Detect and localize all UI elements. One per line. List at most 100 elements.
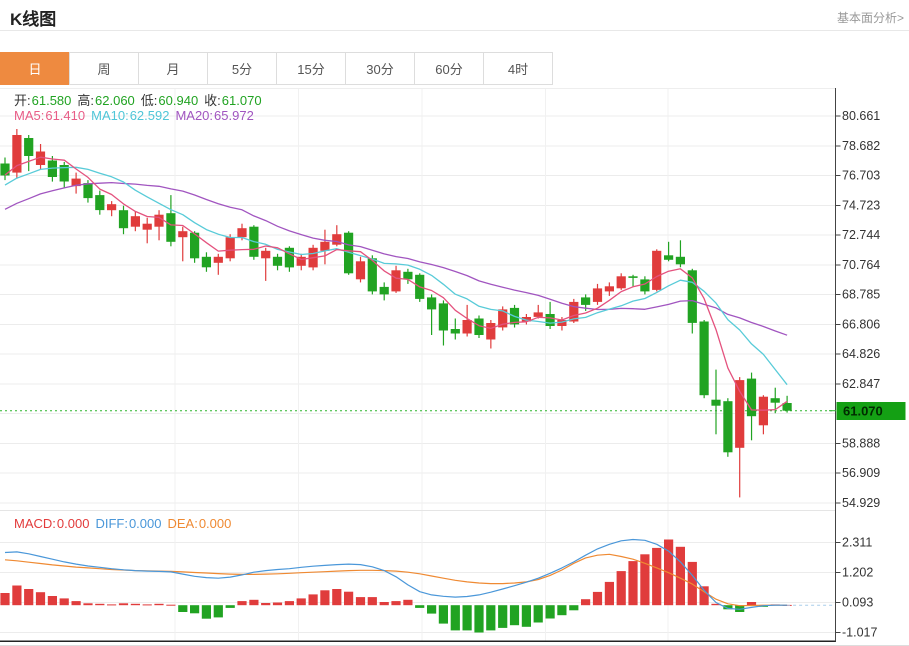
macd-hist-bar [83, 603, 93, 606]
candle-body [450, 329, 460, 334]
legend-label: MA5: [14, 108, 45, 123]
macd-hist-bar [261, 603, 271, 606]
candle-body [320, 241, 330, 251]
candle-body [95, 195, 105, 211]
candle-body [178, 231, 188, 238]
macd-hist-bar [12, 585, 22, 606]
kline-app: K线图 基本面分析> 日周月 5分 15分 30分 60分 4时 80.661 78.682… [0, 0, 909, 646]
macd-hist-bar [474, 605, 484, 633]
price-axis-label: 64.826 [842, 347, 880, 361]
macd-hist-bar [308, 594, 318, 606]
candle-body [379, 286, 389, 295]
ma-legend: MA5:61.410 MA10:62.592 MA20:65.972 [14, 108, 260, 123]
macd-axis-label: 2.311 [842, 536, 872, 550]
candle-body [604, 286, 614, 292]
macd-hist-bar [403, 599, 413, 606]
macd-hist-bar [71, 601, 81, 606]
macd-hist-bar [190, 605, 200, 614]
macd-hist-bar [616, 571, 626, 606]
macd-hist-bar [213, 605, 223, 618]
candle-body [142, 223, 152, 230]
legend-value: 65.972 [214, 108, 254, 123]
macd-legend: MACD:0.000 DIFF:0.000 DEA:0.000 [14, 516, 237, 531]
macd-axis-label: -1.017 [842, 626, 877, 640]
candle-body [12, 135, 22, 173]
price-axis-label: 66.806 [842, 317, 880, 331]
candle-body [592, 288, 603, 302]
macd-hist-bar [107, 604, 117, 606]
legend-label: DIFF: [95, 516, 128, 531]
macd-hist-bar [95, 603, 105, 606]
candle-body [201, 256, 211, 268]
macd-hist-bar [486, 605, 496, 631]
candle-body [438, 303, 448, 331]
legend-label: MA10: [91, 108, 129, 123]
macd-hist-bar [498, 605, 508, 628]
legend-label: 低: [140, 93, 158, 108]
macd-hist-bar [545, 605, 555, 619]
macd-hist-bar [415, 605, 425, 608]
macd-hist-bar [142, 604, 152, 606]
macd-hist-bar [450, 605, 460, 631]
macd-hist-bar [355, 597, 366, 606]
candle-body [154, 214, 164, 227]
candle-body [272, 256, 283, 266]
ohlc-legend: 开:61.580 高:62.060 低:60.940 收:61.070 [14, 90, 268, 109]
candle-body [675, 256, 685, 265]
legend-value: 0.000 [128, 516, 162, 531]
candle-body [107, 204, 117, 211]
macd-hist-bar [237, 601, 247, 606]
macd-hist-bar [509, 605, 520, 626]
price-axis-label: 80.661 [842, 109, 880, 123]
legend-value: 61.410 [45, 108, 86, 123]
macd-hist-bar [178, 605, 188, 612]
price-axis-label: 68.785 [842, 288, 880, 302]
macd-hist-bar [391, 601, 401, 606]
legend-value: 61.580 [31, 93, 72, 108]
price-axis-label: 70.764 [842, 258, 880, 272]
macd-hist-bar [438, 605, 448, 624]
candle-body [24, 138, 34, 156]
candle-body [699, 321, 709, 396]
legend-value: 0.000 [198, 516, 232, 531]
macd-hist-bar [166, 604, 176, 606]
legend-value: 62.592 [129, 108, 170, 123]
candle-body [628, 276, 638, 278]
legend-label: 开: [14, 93, 31, 108]
candle-body [391, 270, 401, 292]
price-axis-label: 58.888 [842, 437, 880, 451]
macd-hist-bar [249, 599, 259, 606]
legend-value: 0.000 [56, 516, 90, 531]
macd-hist-bar [628, 561, 638, 606]
price-axis-label: 72.744 [842, 228, 880, 242]
candle-body [166, 213, 176, 242]
macd-hist-bar [59, 598, 69, 606]
candle-body [403, 271, 413, 280]
legend-value: 61.070 [221, 93, 262, 108]
macd-hist-bar [154, 603, 164, 606]
candle-body [213, 256, 223, 263]
macd-hist-bar [272, 602, 283, 606]
price-axis-label: 76.703 [842, 169, 880, 183]
macd-hist-bar [592, 591, 603, 606]
macd-hist-bar [284, 601, 294, 606]
candle-body [427, 297, 437, 310]
macd-hist-bar [569, 605, 579, 611]
candle-body [130, 216, 140, 227]
candle-body [486, 323, 496, 340]
price-axis-label: 62.847 [842, 377, 880, 391]
candle-body [0, 163, 10, 176]
macd-hist-bar [118, 603, 129, 606]
candle-body [355, 261, 366, 280]
legend-label: MACD: [14, 516, 56, 531]
macd-hist-bar [130, 603, 140, 606]
candle-body [652, 250, 662, 290]
macd-hist-bar [35, 592, 46, 606]
macd-axis-label: 1.202 [842, 566, 873, 580]
legend-label: MA20: [175, 108, 214, 123]
macd-hist-bar [521, 605, 531, 627]
macd-hist-bar [332, 589, 342, 606]
macd-hist-bar [201, 605, 211, 619]
macd-hist-bar [379, 602, 389, 606]
price-axis-label: 78.682 [842, 139, 880, 153]
